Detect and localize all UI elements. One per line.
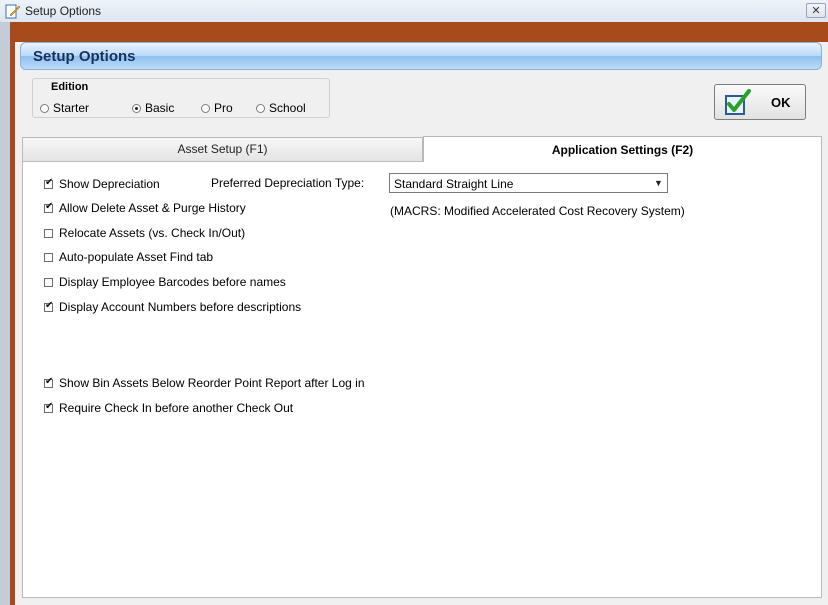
check-icon	[725, 89, 751, 115]
require-check-in-checkbox[interactable]: Require Check In before another Check Ou…	[44, 401, 293, 415]
checkbox-label: Show Bin Assets Below Reorder Point Repo…	[59, 376, 365, 390]
tab-asset-setup[interactable]: Asset Setup (F1)	[22, 137, 423, 161]
edition-option-label: School	[269, 101, 306, 115]
edition-radio-starter[interactable]: Starter	[40, 101, 89, 115]
ok-button[interactable]: OK	[714, 84, 806, 120]
checkbox-checked-icon	[44, 376, 53, 388]
radio-selected-icon	[132, 103, 141, 113]
ok-label: OK	[771, 95, 791, 110]
show-bin-assets-checkbox[interactable]: Show Bin Assets Below Reorder Point Repo…	[44, 376, 365, 390]
checkbox-label: Display Account Numbers before descripti…	[59, 300, 302, 314]
header-title: Setup Options	[33, 48, 136, 65]
checkbox-checked-icon	[44, 201, 53, 213]
depreciation-type-label: Preferred Depreciation Type:	[211, 176, 365, 190]
chevron-down-icon: ▼	[654, 178, 663, 188]
edition-radio-pro[interactable]: Pro	[201, 101, 233, 115]
checkbox-checked-icon	[44, 300, 53, 312]
edition-option-label: Pro	[214, 101, 233, 115]
checkbox-label: Auto-populate Asset Find tab	[59, 250, 214, 264]
checkbox-checked-icon	[44, 401, 53, 413]
window-title: Setup Options	[25, 4, 102, 18]
depreciation-type-select[interactable]: Standard Straight Line ▼	[389, 173, 668, 193]
edition-option-label: Basic	[145, 101, 175, 115]
checkbox-label: Require Check In before another Check Ou…	[59, 401, 294, 415]
close-icon: ✕	[811, 5, 821, 17]
checkbox-label: Display Employee Barcodes before names	[59, 275, 286, 289]
macrs-note: (MACRS: Modified Accelerated Cost Recove…	[390, 204, 685, 218]
checkbox-label: Relocate Assets (vs. Check In/Out)	[59, 226, 246, 240]
radio-icon	[40, 103, 49, 113]
window-frame-accent	[10, 22, 828, 42]
display-employee-barcodes-checkbox[interactable]: Display Employee Barcodes before names	[44, 275, 286, 289]
edition-group: Edition Starter Basic Pro School	[32, 78, 330, 118]
edition-radio-basic[interactable]: Basic	[132, 101, 174, 115]
checkbox-icon	[44, 277, 53, 287]
auto-populate-find-checkbox[interactable]: Auto-populate Asset Find tab	[44, 250, 213, 264]
edition-option-label: Starter	[53, 101, 90, 115]
checkbox-label: Allow Delete Asset & Purge History	[59, 201, 246, 215]
depreciation-type-value: Standard Straight Line	[394, 177, 514, 191]
section-header: Setup Options	[20, 42, 822, 70]
tab-application-settings[interactable]: Application Settings (F2)	[423, 136, 822, 162]
edition-radio-school[interactable]: School	[256, 101, 306, 115]
app-icon	[5, 4, 21, 19]
allow-delete-asset-checkbox[interactable]: Allow Delete Asset & Purge History	[44, 201, 246, 215]
radio-icon	[256, 103, 265, 113]
radio-icon	[201, 103, 210, 113]
edition-label: Edition	[51, 81, 89, 93]
checkbox-checked-icon	[44, 177, 53, 189]
checkbox-icon	[44, 228, 53, 238]
display-account-numbers-checkbox[interactable]: Display Account Numbers before descripti…	[44, 300, 301, 314]
show-depreciation-checkbox[interactable]: Show Depreciation	[44, 177, 160, 191]
close-button[interactable]: ✕	[806, 3, 826, 18]
window-title-bar: Setup Options ✕	[0, 0, 828, 23]
window-frame	[0, 22, 10, 605]
checkbox-icon	[44, 252, 53, 262]
checkbox-label: Show Depreciation	[59, 177, 160, 191]
relocate-assets-checkbox[interactable]: Relocate Assets (vs. Check In/Out)	[44, 226, 245, 240]
